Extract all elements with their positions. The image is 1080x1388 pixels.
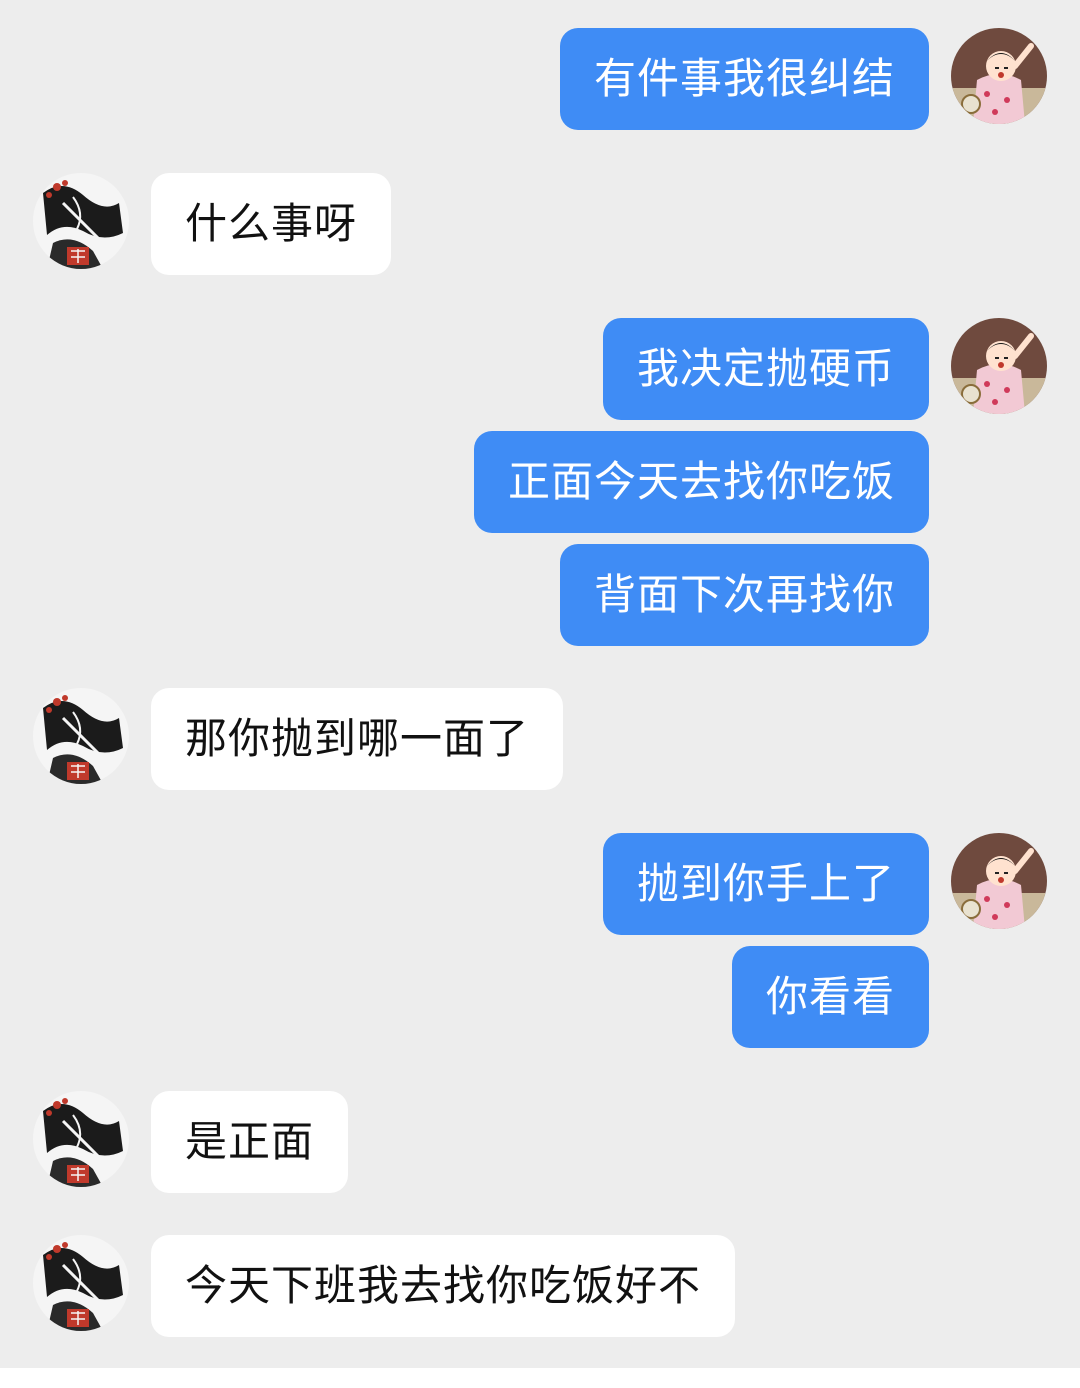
my-avatar[interactable] [951, 318, 1047, 414]
message-bubble-incoming[interactable]: 那你抛到哪一面了 [151, 688, 564, 790]
cartoon-kid-icon [951, 318, 1047, 414]
cartoon-kid-icon [951, 833, 1047, 929]
ink-painting-icon [33, 1091, 129, 1187]
message-bubble-outgoing[interactable]: 正面今天去找你吃饭 [473, 431, 929, 533]
message-bubble-incoming[interactable]: 什么事呀 [151, 173, 392, 275]
ink-painting-icon [33, 688, 129, 784]
cartoon-kid-icon [951, 28, 1047, 124]
contact-avatar[interactable] [33, 173, 129, 269]
message-bubble-incoming[interactable]: 是正面 [151, 1091, 349, 1193]
message-bubble-incoming[interactable]: 今天下班我去找你吃饭好不 [151, 1235, 736, 1337]
message-bubble-outgoing[interactable]: 背面下次再找你 [559, 544, 929, 646]
ink-painting-icon [33, 173, 129, 269]
my-avatar[interactable] [951, 833, 1047, 929]
contact-avatar[interactable] [33, 1091, 129, 1187]
my-avatar[interactable] [951, 28, 1047, 124]
message-bubble-outgoing[interactable]: 有件事我很纠结 [559, 28, 929, 130]
message-bubble-outgoing[interactable]: 我决定抛硬币 [602, 318, 929, 420]
message-bubble-outgoing[interactable]: 抛到你手上了 [602, 833, 929, 935]
contact-avatar[interactable] [33, 688, 129, 784]
ink-painting-icon [33, 1235, 129, 1331]
bottom-edge [0, 1368, 1080, 1388]
chat-thread[interactable]: 有件事我很纠结 什么事呀 我决定抛硬币 正面今天去找你吃饭 背面下次再找你 那你… [0, 0, 1080, 1368]
contact-avatar[interactable] [33, 1235, 129, 1331]
message-bubble-outgoing[interactable]: 你看看 [731, 946, 929, 1048]
